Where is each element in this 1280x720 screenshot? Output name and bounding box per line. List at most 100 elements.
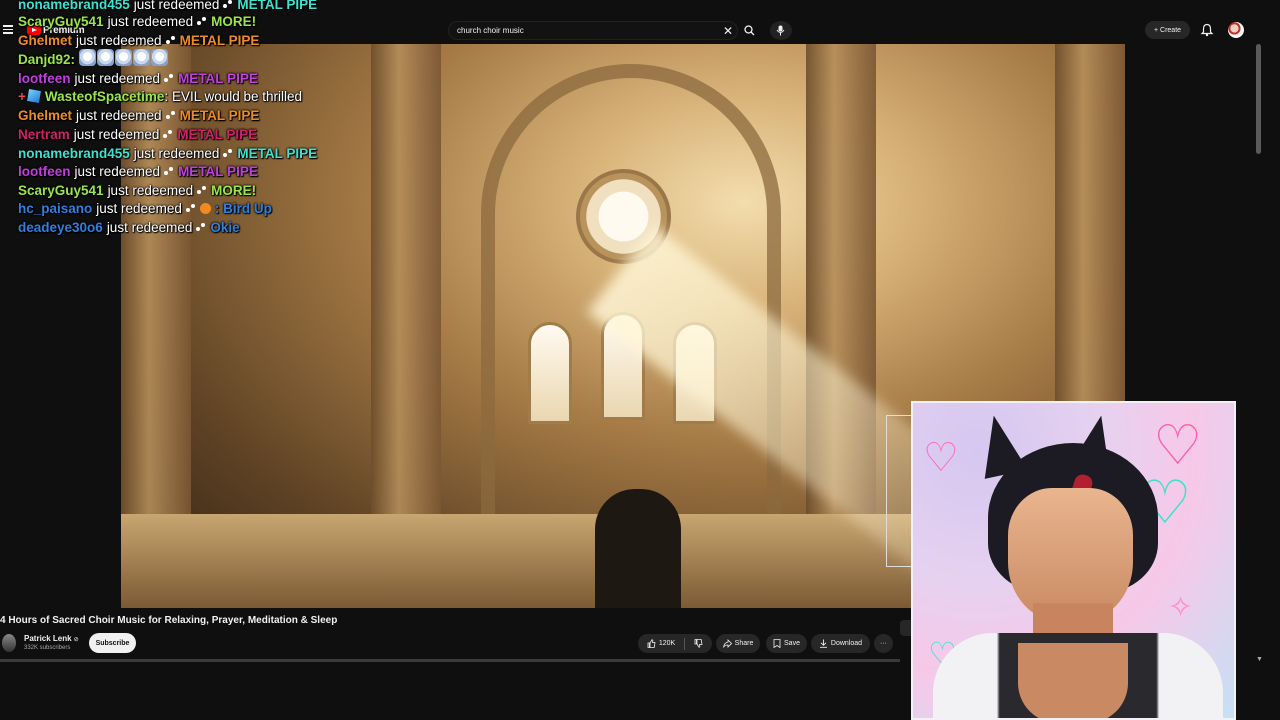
share-button[interactable]: Share <box>716 634 760 653</box>
more-actions-button[interactable]: ··· <box>874 634 893 653</box>
chat-text: just redeemed <box>76 32 162 48</box>
orange-emote-icon <box>199 202 211 214</box>
bell-icon[interactable] <box>1200 23 1214 37</box>
chat-message: ScaryGuy541 just redeemed MORE! <box>18 181 256 199</box>
reward-name: : Bird Up <box>214 200 272 216</box>
reward-name: MORE! <box>211 182 257 198</box>
plus-badge-icon: + <box>18 88 26 104</box>
video-frame-detail <box>528 322 572 424</box>
chat-text: just redeemed <box>133 145 220 161</box>
player-side-area <box>1125 44 1260 404</box>
channel-points-icon <box>197 16 207 26</box>
subscriber-count: 332K subscribers <box>24 645 71 651</box>
chat-message: + WasteofSpacetime: EVIL would be thrille… <box>18 87 302 105</box>
plus-icon: + <box>1153 26 1159 34</box>
chat-text: : EVIL would be thrilled <box>164 88 303 104</box>
chat-username[interactable]: Danjd92 <box>18 52 71 67</box>
chat-username[interactable]: nonamebrand455 <box>18 0 130 12</box>
heart-icon: ♡ <box>923 436 959 480</box>
chat-message: Ghelmet just redeemed METAL PIPE <box>18 31 259 49</box>
chat-text: just redeemed <box>73 126 160 142</box>
download-label: Download <box>830 640 863 647</box>
chat-username[interactable]: ScaryGuy541 <box>18 14 104 29</box>
chat-message: hc_paisano just redeemed: Bird Up <box>18 199 272 217</box>
emote-icon <box>133 49 151 66</box>
reward-name: Okie <box>210 219 240 235</box>
reward-name: MORE! <box>211 13 257 29</box>
channel-points-icon <box>223 148 233 158</box>
divider <box>684 637 686 650</box>
chat-username[interactable]: ScaryGuy541 <box>18 183 104 198</box>
chat-message: lootfeen just redeemed METAL PIPE <box>18 69 258 87</box>
avatar[interactable] <box>1228 22 1244 38</box>
chat-username[interactable]: WasteofSpacetime <box>45 89 165 104</box>
share-label: Share <box>734 640 754 647</box>
emote-group <box>79 49 169 69</box>
create-button[interactable]: + Create <box>1145 21 1190 39</box>
channel-points-icon <box>164 166 174 176</box>
chat-text: just redeemed <box>74 70 161 86</box>
reward-name: METAL PIPE <box>177 126 258 142</box>
chat-message: deadeye30o6 just redeemed Okie <box>18 218 240 236</box>
emote-icon <box>79 49 97 66</box>
channel-avatar[interactable] <box>2 634 16 652</box>
channel-name[interactable]: Patrick Lenk ⊘ <box>24 634 79 643</box>
chat-message: Ghelmet just redeemed METAL PIPE <box>18 106 259 124</box>
voice-search-button[interactable] <box>770 21 792 40</box>
share-icon <box>722 639 732 648</box>
page-scrollbar[interactable] <box>1256 44 1261 154</box>
chat-username[interactable]: Nertram <box>18 127 70 142</box>
chat-username[interactable]: deadeye30o6 <box>18 220 103 235</box>
chat-text: just redeemed <box>76 107 162 123</box>
chat-message: Danjd92: <box>18 49 169 69</box>
chat-username[interactable]: hc_paisano <box>18 201 92 216</box>
channel-points-icon <box>165 35 176 45</box>
avatar-chest <box>1018 643 1128 718</box>
thumbs-down-icon[interactable] <box>694 639 703 648</box>
like-count[interactable]: 120K <box>659 640 675 647</box>
clear-search-icon[interactable]: ✕ <box>723 24 733 38</box>
emote-icon <box>151 49 169 66</box>
emote-icon <box>97 49 115 66</box>
reward-name: METAL PIPE <box>237 145 318 161</box>
save-button[interactable]: Save <box>766 634 807 653</box>
stream-chat-overlay: nonamebrand455 just redeemed METAL PIPE Sca… <box>0 0 560 240</box>
chat-text: just redeemed <box>107 182 194 198</box>
channel-points-icon <box>164 73 174 83</box>
verified-icon: ⊘ <box>73 637 79 643</box>
more-icon: ··· <box>880 640 887 647</box>
channel-name-text: Patrick Lenk <box>24 634 72 643</box>
search-button[interactable] <box>739 21 761 40</box>
chat-text: just redeemed <box>74 163 161 179</box>
chat-username[interactable]: lootfeen <box>18 71 71 86</box>
create-label: Create <box>1160 26 1182 34</box>
save-label: Save <box>784 640 800 647</box>
chat-text: just redeemed <box>106 219 193 235</box>
reward-name: METAL PIPE <box>178 163 258 179</box>
download-icon <box>819 639 827 648</box>
channel-points-icon <box>165 110 176 120</box>
chat-username[interactable]: Ghelmet <box>18 33 72 48</box>
chat-message: nonamebrand455 just redeemed METAL PIPE <box>18 144 317 162</box>
reward-name: METAL PIPE <box>178 70 258 86</box>
chat-message: Nertram just redeemed METAL PIPE <box>18 125 257 143</box>
chat-text: just redeemed <box>133 0 220 12</box>
emote-icon <box>115 49 133 66</box>
chat-username[interactable]: lootfeen <box>18 164 71 179</box>
download-button[interactable]: Download <box>811 634 870 653</box>
thumbs-up-icon[interactable] <box>647 639 656 648</box>
channel-points-icon <box>223 0 233 9</box>
chat-message: ScaryGuy541 just redeemed MORE! <box>18 12 256 30</box>
scroll-down-icon[interactable]: ▼ <box>1256 656 1263 663</box>
video-title: 4 Hours of Sacred Choir Music for Relaxi… <box>0 615 338 626</box>
subscribe-button[interactable]: Subscribe <box>89 633 136 653</box>
reward-name: METAL PIPE <box>237 0 318 12</box>
chat-message: lootfeen just redeemed METAL PIPE <box>18 162 258 180</box>
search-icon <box>744 25 755 36</box>
heart-icon: ✧ <box>1168 591 1194 624</box>
chat-username[interactable]: Ghelmet <box>18 108 72 123</box>
channel-points-icon <box>185 203 196 213</box>
channel-points-icon <box>197 185 207 195</box>
chat-username[interactable]: nonamebrand455 <box>18 146 130 161</box>
streamer-avatar-overlay: ♡ ♡ ♡ ♡ ✧ <box>911 401 1236 720</box>
